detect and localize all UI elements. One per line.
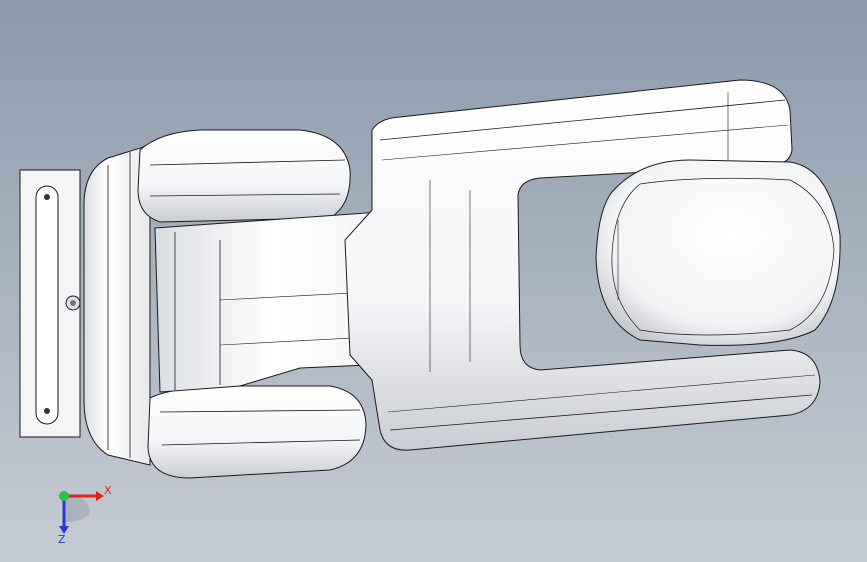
z-axis-label: Z — [58, 533, 66, 544]
orientation-triad: X Z — [58, 484, 112, 544]
base-plate[interactable] — [19, 169, 81, 438]
graphics-viewport[interactable]: X Z — [0, 0, 867, 562]
x-axis-head — [96, 491, 104, 501]
shoulder-lobe-upper[interactable] — [137, 129, 351, 223]
x-axis-label: X — [104, 484, 112, 497]
robot-arm-model[interactable] — [0, 0, 867, 562]
wrist-dome[interactable] — [595, 159, 841, 346]
triad-shadow — [64, 495, 90, 522]
shoulder-lobe-lower[interactable] — [147, 385, 367, 479]
y-axis-origin — [59, 491, 69, 501]
